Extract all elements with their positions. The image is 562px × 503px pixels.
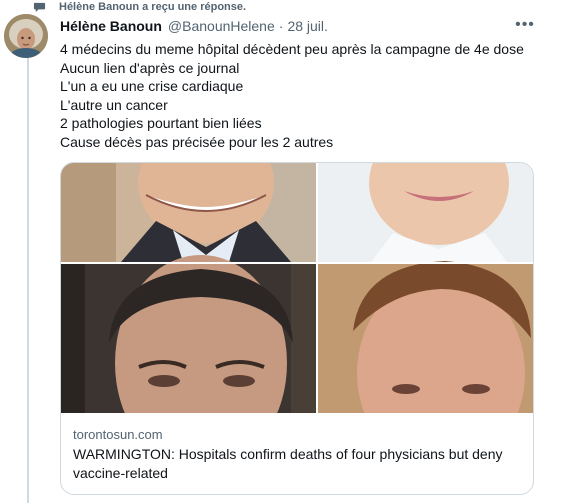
speech-bubble-icon bbox=[33, 2, 46, 12]
tweet-line: Cause décès pas précisée pour les 2 autr… bbox=[60, 133, 334, 150]
tweet-line: L'un a eu une crise cardiaque bbox=[60, 78, 244, 94]
tweet-text: 4 médecins du meme hôpital décèdent peu … bbox=[60, 40, 524, 151]
tweet-header: Hélène Banoun @BanounHelene · 28 juil. bbox=[60, 18, 328, 34]
more-dots-icon[interactable]: ••• bbox=[512, 14, 538, 36]
card-domain: torontosun.com bbox=[73, 427, 163, 442]
tweet-line: 4 médecins du meme hôpital décèdent peu … bbox=[60, 41, 524, 57]
tweet-line: Aucun lien d'après ce journal bbox=[60, 59, 240, 76]
thread-line bbox=[27, 16, 29, 503]
avatar[interactable] bbox=[4, 14, 48, 58]
author-handle[interactable]: @BanounHelene bbox=[168, 18, 275, 34]
reply-notice-text: Hélène Banoun a reçu une réponse. bbox=[59, 1, 247, 13]
card-image bbox=[61, 163, 533, 413]
separator-dot: · bbox=[278, 18, 284, 34]
author-name[interactable]: Hélène Banoun bbox=[60, 18, 162, 34]
tweet-date[interactable]: 28 juil. bbox=[287, 18, 327, 34]
tweet-line: 2 pathologies pourtant bien liées bbox=[60, 115, 262, 131]
card-title: WARMINGTON: Hospitals confirm deaths of … bbox=[73, 446, 503, 481]
card-meta: torontosun.com WARMINGTON: Hospitals con… bbox=[73, 427, 523, 483]
tweet-line: L'autre un cancer bbox=[60, 96, 168, 113]
reply-notice[interactable]: Hélène Banoun a reçu une réponse. bbox=[28, 0, 246, 14]
link-card[interactable]: torontosun.com WARMINGTON: Hospitals con… bbox=[60, 162, 534, 495]
